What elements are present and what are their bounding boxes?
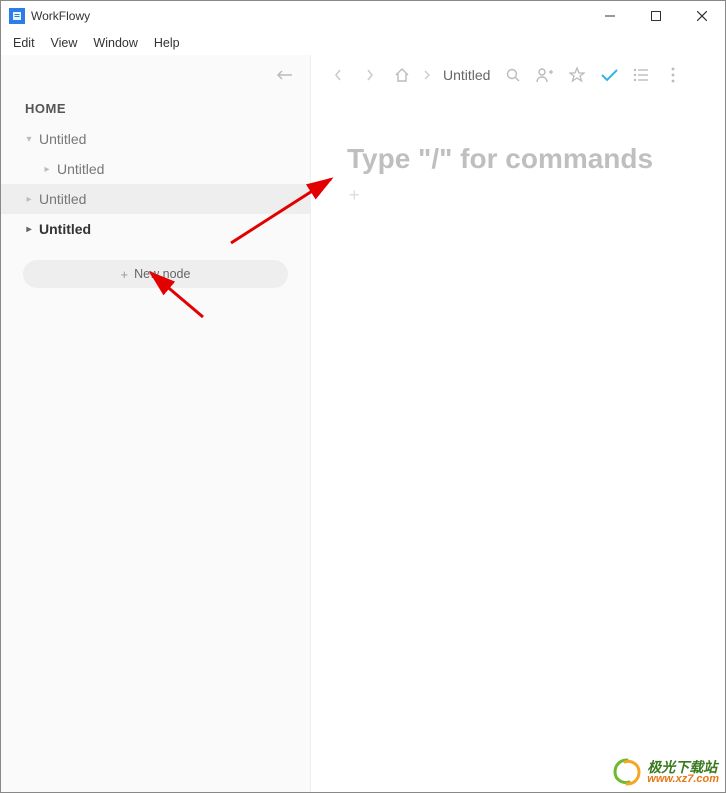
plus-icon: + bbox=[121, 267, 129, 282]
tree-item[interactable]: ▸ Untitled bbox=[1, 214, 310, 244]
star-icon[interactable] bbox=[564, 62, 590, 88]
menu-window[interactable]: Window bbox=[85, 34, 145, 52]
list-icon[interactable] bbox=[628, 62, 654, 88]
new-node-button[interactable]: + New node bbox=[23, 260, 288, 288]
tree-item[interactable]: ▸ Untitled bbox=[1, 184, 310, 214]
check-icon[interactable] bbox=[596, 62, 622, 88]
topbar: Untitled bbox=[311, 55, 725, 95]
watermark-text: 极光下载站 bbox=[647, 760, 719, 774]
close-button[interactable] bbox=[679, 1, 725, 31]
app-icon bbox=[9, 8, 25, 24]
collapse-sidebar-icon[interactable] bbox=[274, 68, 292, 82]
maximize-button[interactable] bbox=[633, 1, 679, 31]
tree-item[interactable]: ▾ Untitled bbox=[1, 124, 310, 154]
titlebar: WorkFlowy bbox=[1, 1, 725, 31]
nav-back-icon[interactable] bbox=[325, 62, 351, 88]
watermark: 极光下载站 www.xz7.com bbox=[611, 756, 719, 788]
tree-item[interactable]: ▸ Untitled bbox=[1, 154, 310, 184]
main: Untitled Type "/" for commands + bbox=[311, 55, 725, 792]
more-icon[interactable] bbox=[660, 62, 686, 88]
sidebar: HOME ▾ Untitled ▸ Untitled ▸ Untitled ▸ … bbox=[1, 55, 311, 792]
caret-right-icon: ▸ bbox=[23, 224, 35, 235]
home-icon[interactable] bbox=[389, 62, 415, 88]
new-node-label: New node bbox=[134, 267, 190, 281]
tree-item-label: Untitled bbox=[39, 191, 86, 207]
watermark-url: www.xz7.com bbox=[647, 774, 719, 785]
add-item-icon[interactable]: + bbox=[347, 185, 705, 206]
menu-help[interactable]: Help bbox=[146, 34, 188, 52]
minimize-button[interactable] bbox=[587, 1, 633, 31]
caret-right-icon: ▸ bbox=[23, 194, 35, 205]
menu-view[interactable]: View bbox=[43, 34, 86, 52]
breadcrumb-sep-icon bbox=[421, 62, 433, 88]
add-person-icon[interactable] bbox=[532, 62, 558, 88]
watermark-logo-icon bbox=[611, 756, 643, 788]
menubar: Edit View Window Help bbox=[1, 31, 725, 55]
sidebar-tree: ▾ Untitled ▸ Untitled ▸ Untitled ▸ Untit… bbox=[1, 122, 310, 246]
tree-item-label: Untitled bbox=[57, 161, 104, 177]
menu-edit[interactable]: Edit bbox=[5, 34, 43, 52]
nav-forward-icon[interactable] bbox=[357, 62, 383, 88]
sidebar-home[interactable]: HOME bbox=[1, 95, 310, 122]
document-title-placeholder[interactable]: Type "/" for commands bbox=[347, 143, 705, 175]
search-icon[interactable] bbox=[500, 62, 526, 88]
caret-right-icon: ▸ bbox=[41, 164, 53, 175]
window-title: WorkFlowy bbox=[31, 9, 90, 23]
breadcrumb-current[interactable]: Untitled bbox=[439, 67, 494, 83]
tree-item-label: Untitled bbox=[39, 221, 91, 237]
caret-down-icon: ▾ bbox=[23, 134, 35, 145]
tree-item-label: Untitled bbox=[39, 131, 86, 147]
